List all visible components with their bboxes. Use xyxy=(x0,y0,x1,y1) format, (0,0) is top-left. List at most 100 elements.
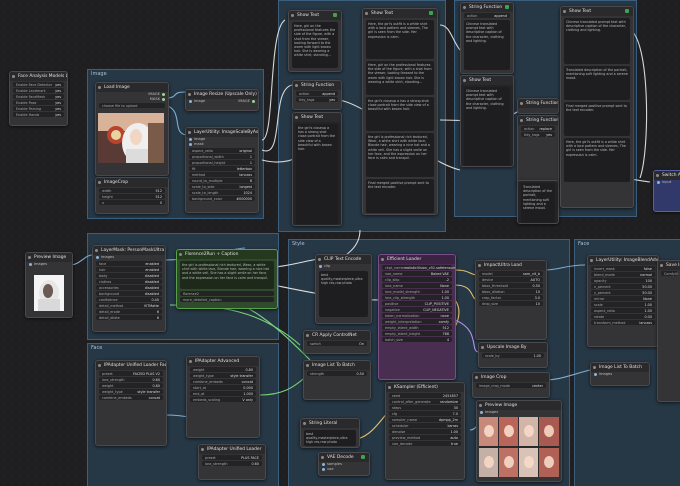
widget-row[interactable]: Enable FaceMesh yes xyxy=(13,94,64,99)
controlnet-node[interactable]: CR Apply ControlNet switch On xyxy=(303,330,371,354)
widget-row[interactable]: lora_clip_strength 1.00 xyxy=(382,295,452,300)
widget-row[interactable]: x0 xyxy=(99,200,165,205)
widget-row[interactable]: lora_name None xyxy=(382,283,452,288)
widget-row[interactable]: empty_latent_height 768 xyxy=(382,331,452,336)
widget-row[interactable]: weight 0.80 xyxy=(99,383,163,388)
string-function-node[interactable]: String Function action append Chinese tra… xyxy=(460,2,514,74)
widget-row[interactable]: x_percent 50.00 xyxy=(591,284,655,289)
widget-row[interactable]: method lanczos xyxy=(189,172,255,177)
widget-row[interactable]: combine_embeds concat xyxy=(99,395,163,400)
widget-row[interactable]: transform_method lanczos xyxy=(591,320,655,325)
widget-row[interactable]: Enable Hands yes xyxy=(13,112,64,117)
widget-row[interactable]: y_percent 50.00 xyxy=(591,290,655,295)
widget-row[interactable]: device AUTO xyxy=(479,277,543,282)
widget-row[interactable]: Enable Landmark yes xyxy=(13,88,64,93)
widget-row[interactable]: ckpt_name realisticVision_v51.safetensors xyxy=(382,265,455,270)
widget-row[interactable]: negative CLIP_NEGATIVE xyxy=(382,307,452,312)
widget-row[interactable]: drop_size 10 xyxy=(479,301,543,306)
widget-row[interactable]: empty_latent_width 512 xyxy=(382,325,452,330)
prompt-text[interactable]: best quality,masterpiece,ultra high res,… xyxy=(319,271,368,317)
efficient-loader-node[interactable]: Efficient Loader ckpt_name realisticVisio… xyxy=(378,254,456,380)
show-text-node-dense[interactable]: Translated description of the portrait, … xyxy=(517,180,559,224)
string-function-node[interactable]: String Function action replace tidy_tags y… xyxy=(517,115,559,187)
face-analysis-models-node[interactable]: Face Analysis Models Loader Enable Face … xyxy=(9,71,68,126)
widget-row[interactable]: proportional_width 1 xyxy=(189,154,255,159)
widget-row[interactable]: end_at 1.000 xyxy=(190,391,256,396)
show-text-node-dense[interactable]: Show Text the girl's closeup a has a str… xyxy=(292,112,342,226)
widget-row[interactable]: detail_dilate 6 xyxy=(96,315,162,320)
widget-row[interactable]: weight_type style transfer xyxy=(99,389,163,394)
widget-row[interactable]: hair enabled xyxy=(96,267,162,272)
widget-row[interactable]: image_crop_mode center xyxy=(476,383,546,388)
widget-row[interactable]: batch_size 4 xyxy=(382,337,452,342)
string-function-node[interactable]: String Function xyxy=(517,98,559,114)
widget-row[interactable]: scale_to_length 1024 xyxy=(189,190,255,195)
image-crop-node[interactable]: ImageCrop width 512 height 512 x0 xyxy=(95,177,169,214)
widget-row[interactable]: cfg 7.0 xyxy=(389,411,461,416)
layerutility-scale-node[interactable]: LayerUtility: ImageScaleByAspectRatio im… xyxy=(185,127,259,213)
load-image-node[interactable]: Load Image IMAGE MASK choose file to upl… xyxy=(95,82,169,176)
widget-row[interactable]: weight_interpretation comfy xyxy=(382,319,452,324)
widget-row[interactable]: start_at 0.000 xyxy=(190,385,256,390)
widget-row[interactable]: scale_by 1.00 xyxy=(482,353,544,358)
widget-row[interactable]: fit letterbox xyxy=(189,166,255,171)
widget-row[interactable]: Enable Pose yes xyxy=(13,100,64,105)
widget-row[interactable]: lora_model_strength 1.00 xyxy=(382,289,452,294)
widget-row[interactable]: vae_decode true xyxy=(389,441,461,446)
widget-row[interactable]: Enable Face Detector yes xyxy=(13,82,64,87)
image-crop-center-node[interactable]: Image Crop image_crop_mode center xyxy=(472,372,550,398)
show-text-node[interactable]: Show Text Here, girl on the professional… xyxy=(288,10,342,72)
widget-row[interactable]: detail_erode 6 xyxy=(96,309,162,314)
widget-row[interactable]: Enable Parsing yes xyxy=(13,106,64,111)
image-resize-node[interactable]: Image Resize (Upscale Only) image IMAGE xyxy=(185,89,259,111)
widget-row[interactable]: positive CLIP_POSITIVE xyxy=(382,301,452,306)
widget-row[interactable]: invert_mask false xyxy=(591,266,655,271)
workflow-canvas[interactable]: Image Style Face Face Face Analysis Mode… xyxy=(0,0,680,486)
widget-row[interactable]: opacity 100 xyxy=(591,278,655,283)
widget-row[interactable]: sampler_name dpmpp_2m xyxy=(389,417,461,422)
widget-row[interactable]: crop_factor 3.0 xyxy=(479,295,543,300)
widget-row[interactable]: tidy_tags yes xyxy=(521,132,555,137)
string-text[interactable]: best quality,masterpiece,ultra high res,… xyxy=(304,430,356,446)
widget-row[interactable]: scheduler karras xyxy=(389,423,461,428)
file-upload-widget[interactable]: choose file to upload xyxy=(99,103,165,108)
widget-row[interactable]: preset PLUS FACE xyxy=(202,455,262,460)
string-function-node[interactable]: String Function action append tidy_tags ye… xyxy=(292,80,342,110)
widget-row[interactable]: scale 1.00 xyxy=(591,302,655,307)
widget-row[interactable]: clip_skip -2 xyxy=(382,277,452,282)
widget-row[interactable]: lora_strength 0.60 xyxy=(202,461,262,466)
switch-node[interactable]: Switch Any input xyxy=(653,170,680,212)
widget-row[interactable]: tidy_tags yes xyxy=(296,97,338,102)
blend-advance-node[interactable]: LayerUtility: ImageBlendAdvance invert_m… xyxy=(587,255,659,347)
person-mask-node[interactable]: LayerMask: PersonMaskUltra V2 images fac… xyxy=(92,245,166,332)
widget-row[interactable]: background_color #000000 xyxy=(189,196,255,201)
widget-row[interactable]: embeds_scaling V only xyxy=(190,397,256,402)
ipadapter-loader-node[interactable]: IPAdapter Unified Loader FaceID presetFA… xyxy=(95,360,167,446)
widget-row[interactable]: florence2 xyxy=(180,291,274,296)
widget-row[interactable]: seed 2451857 xyxy=(389,393,461,398)
widget-row[interactable]: action append xyxy=(296,91,338,96)
clip-text-encode-node[interactable]: CLIP Text Encode clip best quality,maste… xyxy=(315,254,372,324)
preview-image-node[interactable]: Preview Image images xyxy=(25,252,73,318)
vae-decode-node[interactable]: VAE Decode samples vae xyxy=(318,452,370,476)
widget-row[interactable]: vae_name Baked VAE xyxy=(382,271,452,276)
show-text-node-dense[interactable]: Show Text Chinese translated prompt text… xyxy=(460,75,514,167)
widget-row[interactable]: scale_to_side longest xyxy=(189,184,255,189)
widget-row[interactable]: switch On xyxy=(307,341,367,346)
string-literal-node[interactable]: String Literal best quality,masterpiece,… xyxy=(300,418,360,448)
widget-row[interactable]: steps 30 xyxy=(389,405,461,410)
widget-row[interactable]: combine_embeds concat xyxy=(190,379,256,384)
widget-row[interactable]: round_to_multiple 8 xyxy=(189,178,255,183)
widget-row[interactable]: lora_strength 0.60 xyxy=(99,377,163,382)
ipadapter-unified-node[interactable]: IPAdapter Unified Loader preset PLUS FACE… xyxy=(198,444,266,480)
widget-row[interactable]: action append xyxy=(464,13,510,18)
widget-row[interactable]: weight 0.80 xyxy=(190,367,256,372)
widget-row[interactable]: strength 0.50 xyxy=(307,371,367,376)
sampler-small-node[interactable]: Image List To Batch strength 0.50 xyxy=(303,360,371,400)
widget-row[interactable]: clothes disabled xyxy=(96,279,162,284)
ksampler-node[interactable]: KSampler (Efficient) seed 2451857 control… xyxy=(385,382,465,480)
widget-row[interactable]: bbox_dilation 10 xyxy=(479,289,543,294)
image-list-batch-node[interactable]: Image List To Batch images xyxy=(590,362,650,386)
widget-row[interactable]: body disabled xyxy=(96,273,162,278)
widget-row[interactable]: proportional_height 1 xyxy=(189,160,255,165)
